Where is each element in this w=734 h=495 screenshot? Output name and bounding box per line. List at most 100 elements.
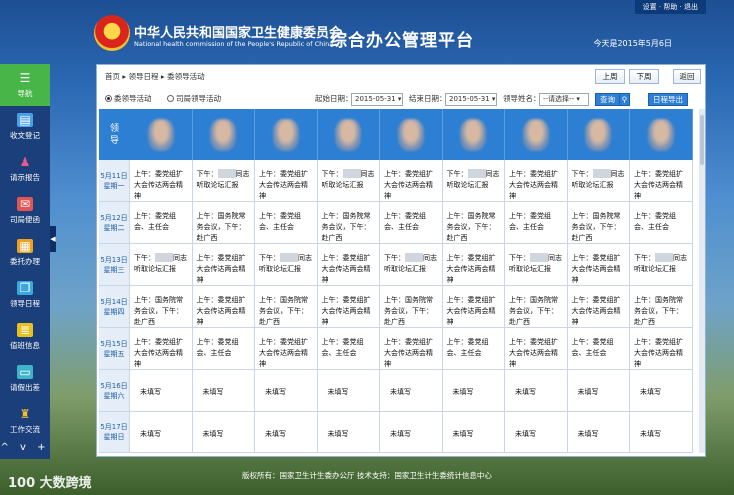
schedule-cell[interactable]: 下午： 同志听取论坛汇报 [630,244,693,286]
schedule-cell[interactable]: 上午：委党组扩大会传达两会精神 [442,286,505,328]
schedule-cell[interactable]: 上午：委党组扩大会传达两会精神 [130,328,193,370]
schedule-cell[interactable]: 上午：国务院常务会议，下午：赴广西 [380,286,443,328]
leader-photo[interactable] [130,109,193,160]
top-links[interactable]: 设置 · 帮助 · 退出 [634,0,706,14]
schedule-cell[interactable]: 未填写 [380,412,443,453]
schedule-cell[interactable]: 上午：委党组扩大会传达两会精神 [630,160,693,202]
schedule-cell[interactable]: 下午： 同志听取论坛汇报 [130,244,193,286]
schedule-cell[interactable]: 上午：委党组扩大会传达两会精神 [130,160,193,202]
schedule-cell[interactable]: 下午： 同志听取论坛汇报 [505,244,568,286]
back-button[interactable]: 返回 [673,69,701,84]
schedule-cell[interactable]: 上午：委党组扩大会传达两会精神 [255,328,318,370]
end-date-select[interactable]: 2015-05-31 ▾ [445,93,497,106]
schedule-cell[interactable]: 未填写 [255,412,318,453]
schedule-cell[interactable]: 未填写 [130,370,193,412]
leader-photo[interactable] [442,109,505,160]
schedule-cell[interactable]: 上午：国务院常务会议，下午：赴广西 [192,202,255,244]
sidebar-item-receive[interactable]: ▤ 收文登记 [0,106,50,148]
schedule-cell[interactable]: 上午：委党组会、主任会 [192,328,255,370]
collapse-sidebar-button[interactable]: ◀ [50,226,56,252]
sidebar-item-exchange[interactable]: ♜ 工作交流 [0,400,50,442]
leader-photo[interactable] [630,109,693,160]
schedule-cell[interactable]: 未填写 [192,412,255,453]
schedule-cell[interactable]: 上午：国务院常务会议，下午：赴广西 [130,286,193,328]
schedule-cell[interactable]: 上午：委党组会、主任会 [505,202,568,244]
start-date-select[interactable]: 2015-05-31 ▾ [351,93,403,106]
search-icon[interactable]: ⚲ [619,93,630,106]
sidebar-item-report[interactable]: ♟ 请示报告 [0,148,50,190]
sidebar-item-nav[interactable]: ☰ 导航 [0,64,50,106]
schedule-cell[interactable]: 未填写 [567,370,630,412]
schedule-cell[interactable]: 未填写 [255,370,318,412]
schedule-cell[interactable]: 上午：国务院常务会议，下午：赴广西 [567,202,630,244]
schedule-cell[interactable]: 未填写 [192,370,255,412]
leader-photo[interactable] [192,109,255,160]
leader-photo[interactable] [255,109,318,160]
schedule-cell[interactable]: 上午：国务院常务会议，下午：赴广西 [505,286,568,328]
breadcrumb[interactable]: 首页 ▸ 领导日程 ▸ 委领导活动 [105,71,205,82]
schedule-cell[interactable]: 上午：委党组扩大会传达两会精神 [442,244,505,286]
schedule-cell[interactable]: 下午： 同志听取论坛汇报 [192,160,255,202]
schedule-cell[interactable]: 上午：委党组扩大会传达两会精神 [380,160,443,202]
schedule-cell[interactable]: 未填写 [630,370,693,412]
schedule-cell[interactable]: 上午：委党组扩大会传达两会精神 [380,328,443,370]
radio-leaders[interactable]: 委领导活动 [105,92,152,106]
schedule-cell[interactable]: 下午： 同志听取论坛汇报 [380,244,443,286]
schedule-cell[interactable]: 未填写 [630,412,693,453]
leader-photo[interactable] [380,109,443,160]
leader-photo[interactable] [317,109,380,160]
radio-bureau[interactable]: 司局领导活动 [167,92,221,106]
sidebar-item-duty[interactable]: ≣ 值班信息 [0,316,50,358]
schedule-cell[interactable]: 上午：委党组扩大会传达两会精神 [192,286,255,328]
menu-icon: ☰ [19,71,31,85]
schedule-cell[interactable]: 上午：委党组扩大会传达两会精神 [567,286,630,328]
schedule-cell[interactable]: 上午：委党组扩大会传达两会精神 [505,160,568,202]
notes-icon: ≣ [17,323,33,337]
schedule-cell[interactable]: 下午： 同志听取论坛汇报 [255,244,318,286]
schedule-cell[interactable]: 未填写 [442,370,505,412]
sidebar-item-delegate[interactable]: ▦ 委托办理 [0,232,50,274]
schedule-cell[interactable]: 上午：委党组扩大会传达两会精神 [317,286,380,328]
schedule-cell[interactable]: 下午： 同志听取论坛汇报 [567,160,630,202]
schedule-cell[interactable]: 上午：国务院常务会议，下午：赴广西 [442,202,505,244]
schedule-cell[interactable]: 未填写 [505,412,568,453]
schedule-cell[interactable]: 下午： 同志听取论坛汇报 [442,160,505,202]
schedule-cell[interactable]: 上午：委党组会、主任会 [567,328,630,370]
schedule-cell[interactable]: 未填写 [505,370,568,412]
schedule-cell[interactable]: 上午：国务院常务会议，下午：赴广西 [255,286,318,328]
schedule-cell[interactable]: 未填写 [317,412,380,453]
prev-week-button[interactable]: 上周 [595,69,625,84]
schedule-cell[interactable]: 上午：委党组扩大会传达两会精神 [630,328,693,370]
sidebar-item-leave[interactable]: ▭ 请假出差 [0,358,50,400]
leader-photo[interactable] [567,109,630,160]
scrollbar-thumb[interactable] [700,115,704,165]
schedule-cell[interactable]: 上午：委党组扩大会传达两会精神 [317,244,380,286]
leader-select[interactable]: --请选择-- ▾ [539,93,589,106]
schedule-cell[interactable]: 未填写 [380,370,443,412]
schedule-cell[interactable]: 上午：委党组会、主任会 [380,202,443,244]
schedule-cell[interactable]: 上午：委党组会、主任会 [630,202,693,244]
schedule-cell[interactable]: 上午：委党组扩大会传达两会精神 [255,160,318,202]
sidebar-item-letter[interactable]: ✉ 司局便函 [0,190,50,232]
schedule-cell[interactable]: 下午： 同志听取论坛汇报 [317,160,380,202]
schedule-cell[interactable]: 上午：国务院常务会议，下午：赴广西 [630,286,693,328]
schedule-cell[interactable]: 上午：委党组会、主任会 [442,328,505,370]
schedule-cell[interactable]: 未填写 [567,412,630,453]
leader-photo[interactable] [505,109,568,160]
schedule-cell[interactable]: 上午：委党组扩大会传达两会精神 [192,244,255,286]
next-week-button[interactable]: 下周 [629,69,659,84]
schedule-cell[interactable]: 上午：委党组扩大会传达两会精神 [505,328,568,370]
schedule-cell[interactable]: 上午：委党组会、主任会 [255,202,318,244]
sidebar-item-schedule[interactable]: ❐ 领导日程 [0,274,50,316]
schedule-cell[interactable]: 上午：国务院常务会议，下午：赴广西 [317,202,380,244]
export-schedule-button[interactable]: 日程导出 [648,93,688,106]
schedule-cell[interactable]: 上午：委党组会、主任会 [130,202,193,244]
query-button[interactable]: 查询 [595,93,620,106]
schedule-cell[interactable]: 上午：委党组扩大会传达两会精神 [567,244,630,286]
schedule-cell[interactable]: 未填写 [442,412,505,453]
schedule-cell[interactable]: 上午：委党组会、主任会 [317,328,380,370]
sidebar-controls[interactable]: ^ v + [0,442,50,453]
schedule-cell[interactable]: 未填写 [130,412,193,453]
schedule-cell[interactable]: 未填写 [317,370,380,412]
vertical-scrollbar[interactable] [699,109,705,453]
